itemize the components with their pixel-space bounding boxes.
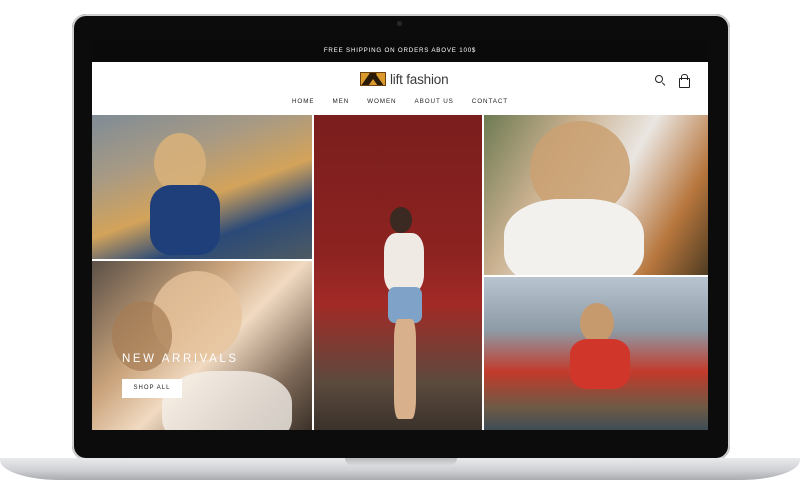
photo-man-sunglasses[interactable] (484, 115, 708, 275)
search-icon[interactable] (654, 74, 666, 86)
shop-all-button[interactable]: SHOP ALL (122, 379, 182, 398)
hero-title: NEW ARRIVALS (122, 353, 239, 365)
main-nav: HOME MEN WOMEN ABOUT US CONTACT (92, 98, 708, 105)
shopping-bag-icon[interactable] (678, 74, 690, 88)
browser-screen: FREE SHIPPING ON ORDERS ABOVE 100$ lift … (92, 40, 708, 430)
laptop-notch (345, 458, 457, 465)
nav-contact[interactable]: CONTACT (472, 98, 508, 105)
logo-text: lift fashion (390, 71, 449, 87)
header-actions (654, 74, 690, 88)
nav-women[interactable]: WOMEN (367, 98, 396, 105)
nav-home[interactable]: HOME (292, 98, 315, 105)
site-header: lift fashion HOME MEN WOMEN ABOUT US CON… (92, 62, 708, 115)
hero-photo-grid: NEW ARRIVALS SHOP ALL (92, 115, 708, 430)
photo-couple-sunglasses[interactable] (92, 261, 312, 430)
camera-dot (397, 21, 402, 26)
photo-woman-red-wall[interactable] (314, 115, 482, 430)
announcement-bar: FREE SHIPPING ON ORDERS ABOVE 100$ (92, 40, 708, 62)
nav-about-us[interactable]: ABOUT US (415, 98, 454, 105)
photo-woman-balcony[interactable] (484, 277, 708, 430)
logo-mark-icon (360, 72, 386, 86)
site-logo[interactable]: lift fashion (360, 71, 449, 87)
nav-men[interactable]: MEN (332, 98, 349, 105)
photo-woman-rooftop[interactable] (92, 115, 312, 259)
